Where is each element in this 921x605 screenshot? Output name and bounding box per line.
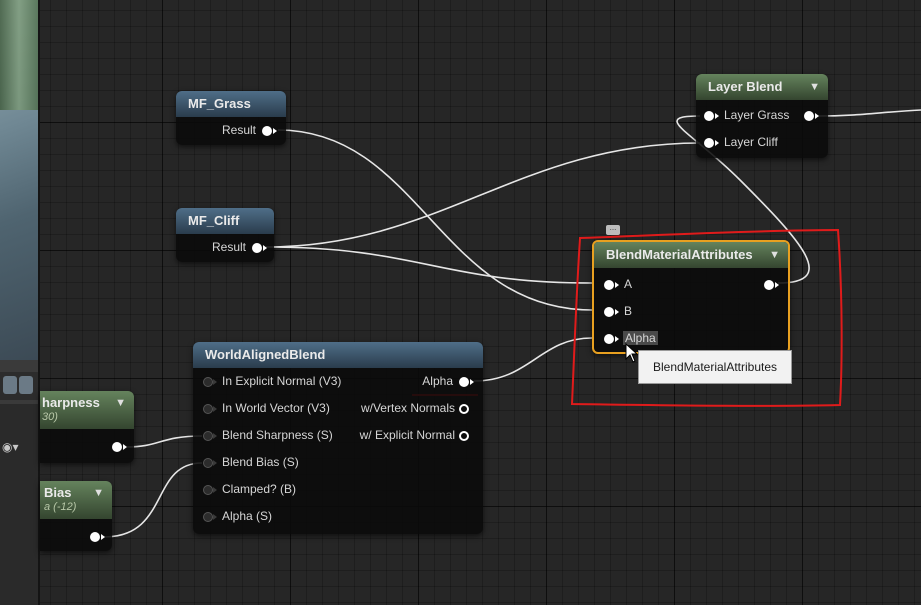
input-pin[interactable] [203,377,217,387]
param-value: a (-12) [44,501,77,513]
pin-label: A [624,277,633,291]
collapse-icon[interactable]: ▼ [115,391,126,415]
collapse-icon[interactable]: ▼ [809,74,820,100]
input-pin[interactable] [604,307,619,317]
output-pin[interactable] [262,126,277,136]
node-title-text: BlendMaterialAttributes [606,247,753,262]
viewport-preview[interactable] [0,0,38,360]
output-pin[interactable] [804,111,819,121]
details-panel: ◉▾ [0,0,40,605]
output-pin[interactable] [90,532,105,542]
pin-label: w/ Explicit Normal [359,428,455,442]
pin-label: Result [221,123,256,137]
pin-label: Layer Cliff [724,135,778,149]
panel-lower [0,404,38,605]
input-pin[interactable] [203,485,217,495]
panel-toolbar [0,372,38,400]
output-pin[interactable] [252,243,267,253]
output-pin[interactable] [459,377,474,387]
pin-label: Blend Bias (S) [222,455,299,469]
node-sharpness-param[interactable]: harpness ▼ 30) [40,391,134,463]
output-pin[interactable] [459,404,469,414]
node-title: MF_Cliff [176,208,274,234]
tooltip: BlendMaterialAttributes [638,350,792,384]
pin-label: w/Vertex Normals [360,401,455,415]
node-title: BlendMaterialAttributes ▼ [594,242,788,268]
input-pin[interactable] [203,512,217,522]
node-title: MF_Grass [176,91,286,117]
input-pin[interactable] [604,280,619,290]
mouse-cursor-icon [625,343,639,363]
node-mf-cliff[interactable]: MF_Cliff Result [176,208,274,262]
input-pin[interactable] [704,138,719,148]
node-title: harpness ▼ 30) [40,391,134,429]
input-pin[interactable] [604,334,619,344]
eye-icon[interactable]: ◉▾ [2,440,19,454]
node-mf-grass[interactable]: MF_Grass Result [176,91,286,145]
input-pin[interactable] [704,111,719,121]
pin-label: Alpha [422,374,453,388]
pin-label: Result [211,240,246,254]
output-pin[interactable] [459,431,469,441]
pin-label: B [624,304,633,318]
pin-label: Layer Grass [724,108,790,122]
node-layer-blend[interactable]: Layer Blend ▼ Layer Grass Layer Cliff [696,74,828,158]
pin-label: Clamped? (B) [222,482,297,496]
input-pin[interactable] [203,458,217,468]
pin-label: Blend Sharpness (S) [222,428,333,442]
param-value: 30) [42,411,58,423]
node-title: Layer Blend ▼ [696,74,828,100]
pin-label: Alpha (S) [222,509,273,523]
node-blend-material-attributes[interactable]: BlendMaterialAttributes ▼ A B Alpha [592,240,790,354]
output-pin[interactable] [112,442,127,452]
node-title: Bias ▼ a (-12) [40,481,112,519]
pin-label: In World Vector (V3) [222,401,330,415]
collapse-icon[interactable]: ▼ [769,242,780,268]
input-pin[interactable] [203,431,217,441]
pin-label: In Explicit Normal (V3) [222,374,342,388]
node-title: WorldAlignedBlend [193,342,483,368]
comment-icon[interactable]: ... [606,224,620,235]
collapse-icon[interactable]: ▼ [93,481,104,505]
toolbar-button[interactable] [3,376,17,394]
toolbar-button[interactable] [19,376,33,394]
node-title-text: Layer Blend [708,79,783,94]
node-bias-param[interactable]: Bias ▼ a (-12) [40,481,112,551]
node-world-aligned-blend[interactable]: WorldAlignedBlend In Explicit Normal (V3… [193,342,483,534]
input-pin[interactable] [203,404,217,414]
output-pin[interactable] [764,280,779,290]
